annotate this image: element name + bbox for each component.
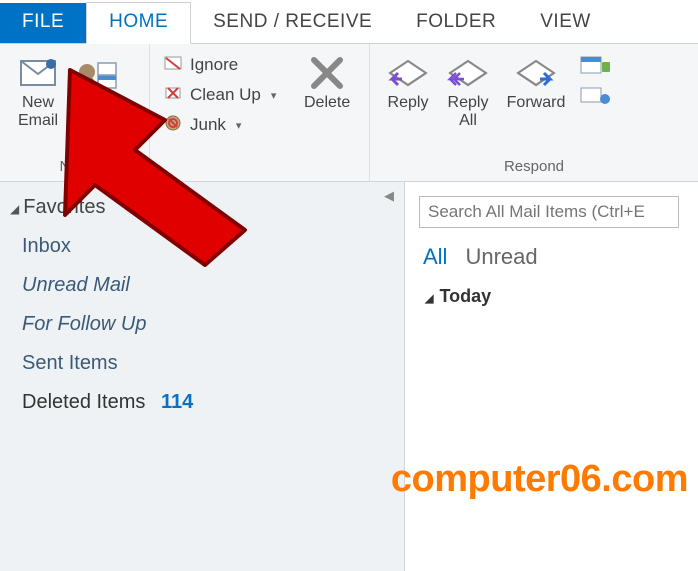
reply-label: Reply xyxy=(388,94,429,112)
new-items-button[interactable]: Ite xyxy=(68,48,128,156)
tab-folder[interactable]: FOLDER xyxy=(394,3,518,43)
new-email-button[interactable]: New Email xyxy=(8,48,68,156)
im-icon[interactable] xyxy=(580,85,610,112)
chevron-down-icon: ▾ xyxy=(236,119,242,132)
forward-icon xyxy=(514,52,558,94)
ribbon-group-respond: Reply Reply All Forward Respond xyxy=(370,44,698,181)
sidebar-item-unread-mail[interactable]: Unread Mail xyxy=(8,266,404,305)
search-input[interactable] xyxy=(419,196,679,228)
ribbon-group-new: New Email Ite New xyxy=(0,44,150,181)
cleanup-icon xyxy=(164,84,184,107)
cleanup-button[interactable]: Clean Up ▾ xyxy=(158,80,293,110)
folder-sidebar: ◀ ◢ Favorites Inbox Unread Mail For Follo… xyxy=(0,182,405,571)
ribbon-tabs: FILE HOME SEND / RECEIVE FOLDER VIEW xyxy=(0,0,698,44)
junk-icon xyxy=(164,114,184,137)
group-label-new: New xyxy=(8,156,141,179)
sidebar-item-follow-up[interactable]: For Follow Up xyxy=(8,305,404,344)
chevron-down-icon: ▾ xyxy=(271,89,277,102)
new-items-icon xyxy=(76,52,120,94)
sidebar-item-sent[interactable]: Sent Items xyxy=(8,344,404,383)
reply-button[interactable]: Reply xyxy=(378,48,438,156)
reply-all-label: Reply All xyxy=(448,94,489,129)
cleanup-label: Clean Up xyxy=(190,85,261,105)
ignore-button[interactable]: Ignore xyxy=(158,50,293,80)
favorites-label: Favorites xyxy=(23,196,105,218)
meeting-icon[interactable] xyxy=(580,54,610,81)
ignore-icon xyxy=(164,54,184,77)
tab-file[interactable]: FILE xyxy=(0,3,86,43)
group-label-delete xyxy=(158,173,361,179)
new-email-label: New Email xyxy=(18,94,58,129)
forward-button[interactable]: Forward xyxy=(498,48,574,156)
date-group-today[interactable]: ◢Today xyxy=(419,278,698,307)
delete-icon xyxy=(308,52,346,94)
tab-send-receive[interactable]: SEND / RECEIVE xyxy=(191,3,394,43)
collapse-triangle-icon: ◢ xyxy=(10,202,19,216)
forward-label: Forward xyxy=(507,94,566,112)
filter-all[interactable]: All xyxy=(423,244,447,270)
collapse-triangle-icon: ◢ xyxy=(425,293,433,305)
deleted-count: 114 xyxy=(161,391,193,413)
new-email-icon xyxy=(18,52,58,94)
reply-all-icon xyxy=(446,52,490,94)
reply-all-button[interactable]: Reply All xyxy=(438,48,498,156)
ribbon: New Email Ite New xyxy=(0,44,698,182)
delete-label: Delete xyxy=(304,94,350,112)
tab-home[interactable]: HOME xyxy=(86,2,191,44)
group-label-respond: Respond xyxy=(378,156,690,179)
ribbon-group-delete: Ignore Clean Up ▾ Junk ▾ xyxy=(150,44,370,181)
junk-button[interactable]: Junk ▾ xyxy=(158,110,293,140)
delete-button[interactable]: Delete xyxy=(293,48,361,173)
sidebar-collapse-button[interactable]: ◀ xyxy=(384,188,394,204)
favorites-header[interactable]: ◢ Favorites xyxy=(8,192,404,227)
mail-list-pane: All Unread ◢Today xyxy=(405,182,698,571)
reply-icon xyxy=(386,52,430,94)
sidebar-item-deleted[interactable]: Deleted Items 114 xyxy=(8,383,404,422)
filter-unread[interactable]: Unread xyxy=(465,244,537,270)
tab-view[interactable]: VIEW xyxy=(518,3,613,43)
sidebar-item-inbox[interactable]: Inbox xyxy=(8,227,404,266)
ignore-label: Ignore xyxy=(190,55,238,75)
junk-label: Junk xyxy=(190,115,226,135)
new-items-label: Ite xyxy=(89,94,107,112)
